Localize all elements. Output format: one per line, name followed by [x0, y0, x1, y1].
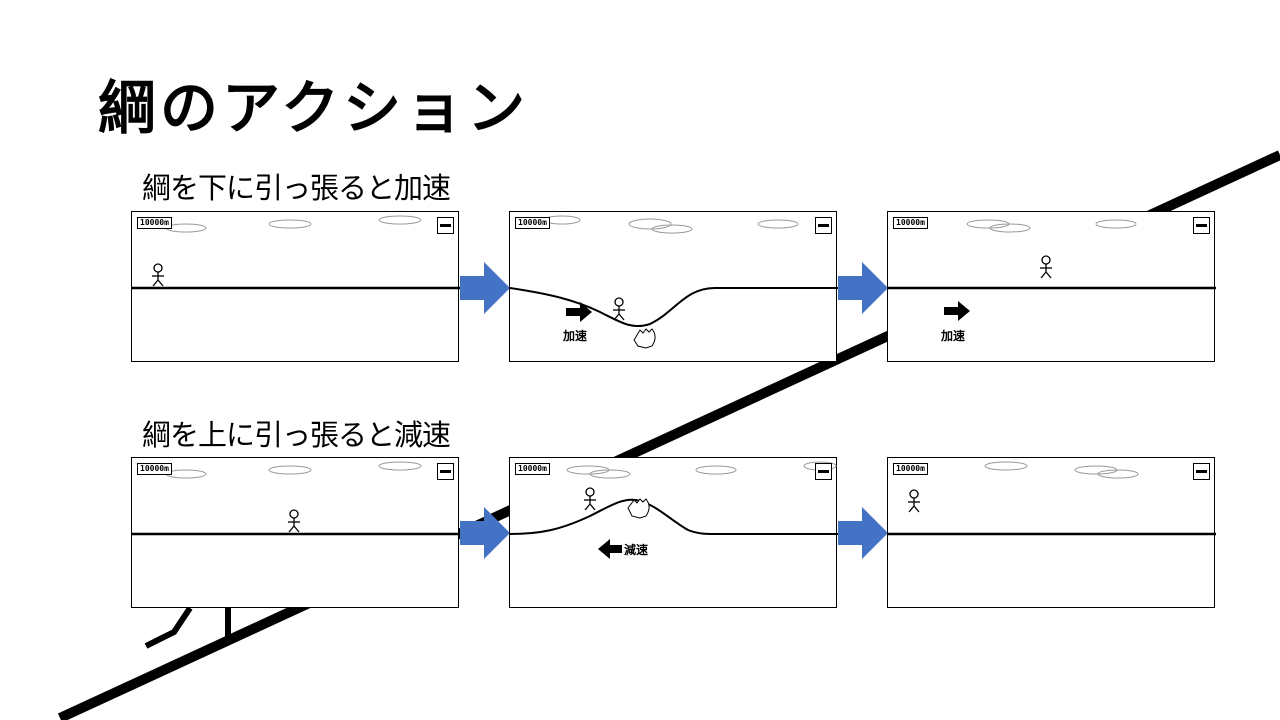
cloud: [378, 461, 422, 471]
hand-pointer-icon: [633, 328, 656, 349]
game-screen-panel: 加速 10000m: [509, 211, 838, 362]
flow-arrow-icon: [838, 507, 888, 559]
flow-arrow-icon: [838, 262, 888, 314]
menu-button[interactable]: [437, 463, 454, 480]
speed-label: 加速: [563, 329, 588, 343]
left-arrow-icon: [598, 539, 622, 559]
cloud: [695, 465, 737, 475]
cloud: [165, 223, 207, 233]
distance-counter: 10000m: [893, 463, 928, 475]
game-scene: [132, 215, 460, 290]
clouds: [543, 215, 799, 234]
game-scene: [888, 219, 1216, 321]
rope-line-pulled-down: [510, 287, 838, 328]
game-screen-panel: 10000m: [887, 457, 1216, 608]
rope-line-pulled-up: [510, 498, 838, 535]
right-arrow-icon: [944, 301, 970, 321]
menu-button[interactable]: [815, 217, 832, 234]
clouds: [966, 219, 1137, 233]
flow-arrow-icon: [460, 507, 510, 559]
stick-figure: [288, 509, 300, 533]
game-scene: [510, 461, 838, 559]
hand-pointer-icon: [627, 498, 650, 519]
distance-counter: 10000m: [137, 463, 172, 475]
stick-figure: [1040, 255, 1052, 279]
row-heading-decelerate: 綱を上に引っ張ると減速: [142, 418, 451, 452]
rope-hook-left: [144, 606, 193, 649]
cloud: [984, 461, 1028, 471]
distance-counter: 10000m: [137, 217, 172, 229]
distance-counter: 10000m: [893, 217, 928, 229]
row-heading-accelerate: 綱を下に引っ張ると加速: [142, 171, 451, 205]
distance-counter: 10000m: [515, 217, 550, 229]
game-scene: [888, 461, 1216, 536]
cloud: [268, 465, 312, 475]
menu-button[interactable]: [1193, 463, 1210, 480]
cloud: [757, 219, 799, 229]
menu-button[interactable]: [815, 463, 832, 480]
right-arrow-icon: [566, 302, 592, 322]
stick-figure: [584, 487, 596, 511]
cloud: [1095, 219, 1137, 229]
page-title: 綱のアクション: [98, 74, 530, 142]
clouds: [984, 461, 1139, 479]
game-screen-panel: 減速 10000m: [509, 457, 838, 608]
clouds: [165, 461, 422, 479]
game-screen-panel: 10000m: [131, 211, 460, 362]
distance-counter: 10000m: [515, 463, 550, 475]
game-scene: [510, 215, 838, 349]
game-screen-panel: 加速 10000m: [887, 211, 1216, 362]
game-screen-panel: 10000m: [131, 457, 460, 608]
cloud: [628, 218, 672, 230]
stick-figure: [152, 263, 164, 287]
stick-figure: [908, 489, 920, 513]
menu-button[interactable]: [437, 217, 454, 234]
clouds: [566, 461, 837, 479]
cloud: [268, 219, 312, 229]
speed-label: 減速: [624, 543, 649, 557]
menu-button[interactable]: [1193, 217, 1210, 234]
flow-arrow-icon: [460, 262, 510, 314]
clouds: [165, 215, 422, 233]
stick-figure: [613, 297, 625, 321]
cloud: [378, 215, 422, 225]
speed-label: 加速: [941, 329, 966, 343]
cloud: [165, 469, 207, 479]
game-scene: [132, 461, 460, 536]
